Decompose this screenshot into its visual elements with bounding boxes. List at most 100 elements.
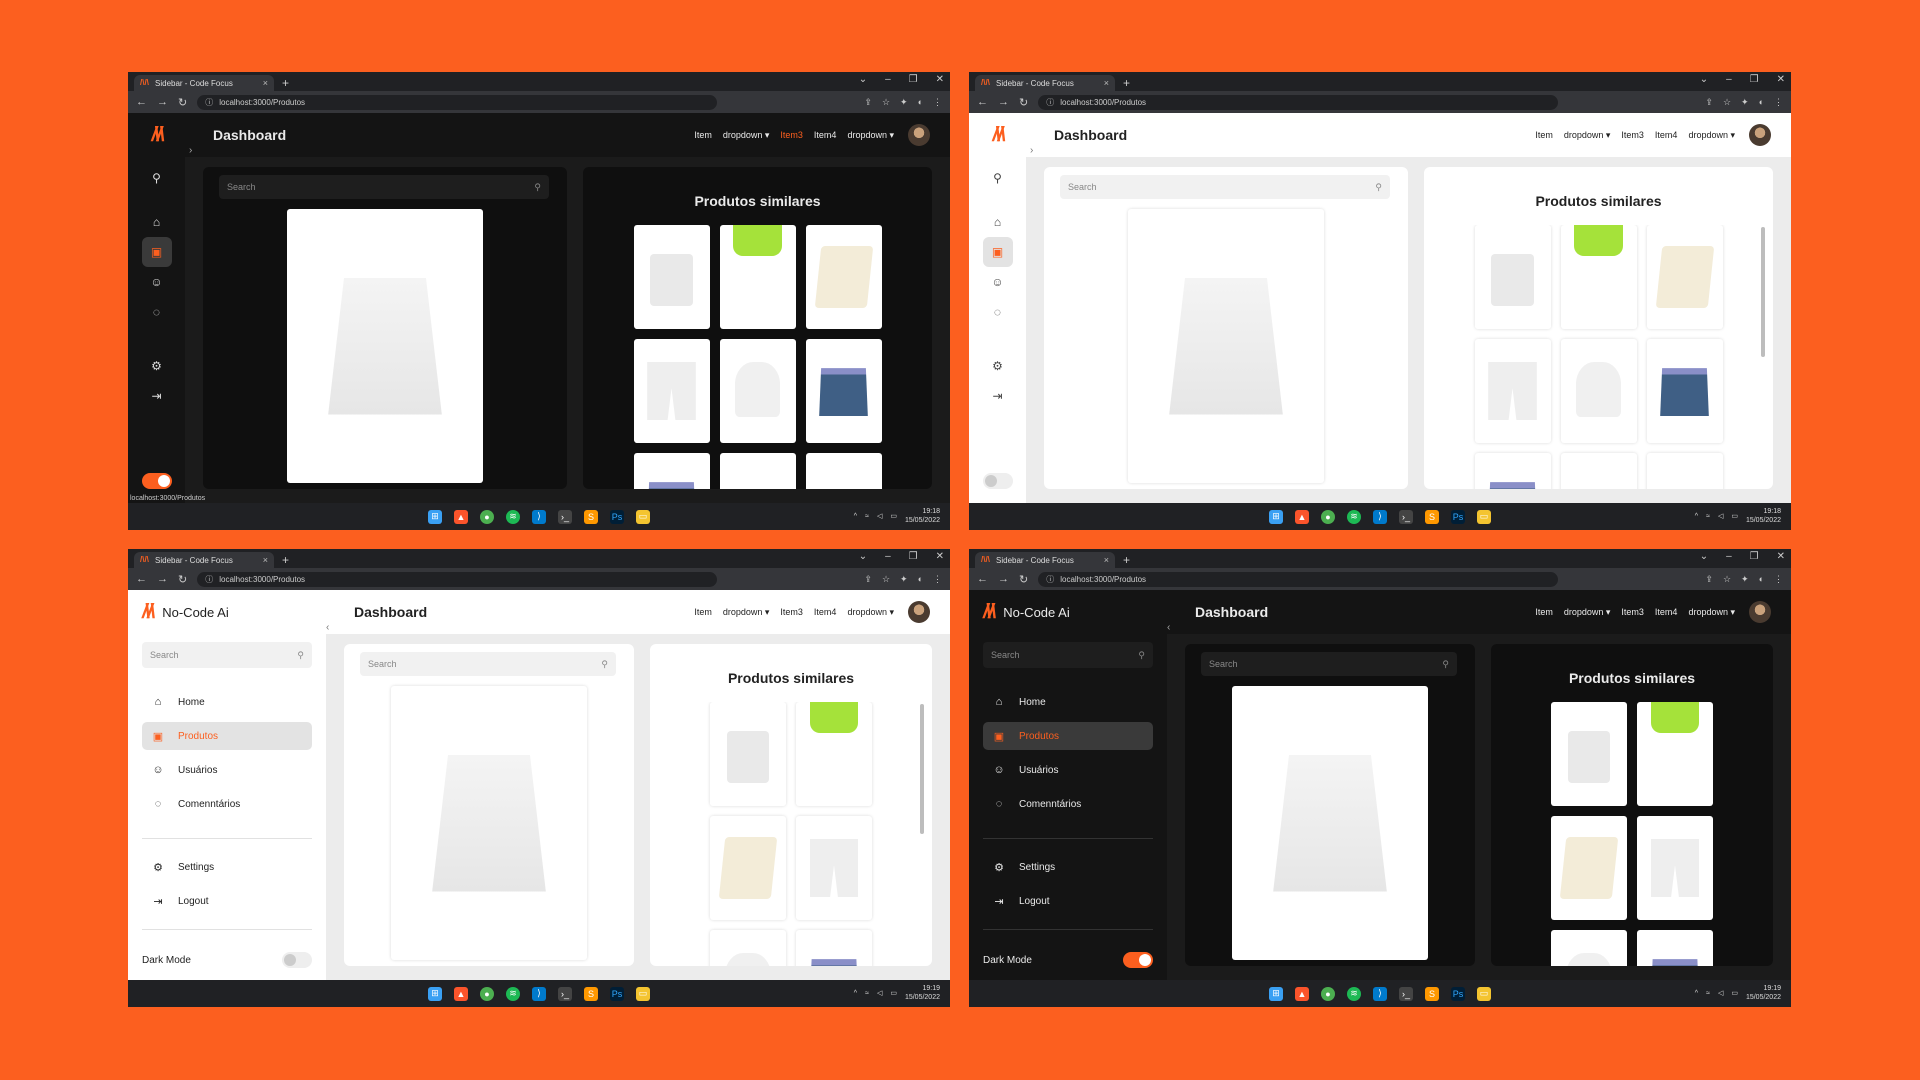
photoshop-icon[interactable]: Ps: [610, 509, 624, 524]
window-control-3[interactable]: ✕: [1777, 551, 1785, 562]
sidebar-item-2[interactable]: ☺ Usuários: [983, 756, 1153, 784]
profile-icon[interactable]: ◐: [918, 97, 923, 108]
product-search-input[interactable]: Search ⚲: [1060, 175, 1390, 199]
product-search-input[interactable]: Search ⚲: [219, 175, 549, 199]
similar-product-card[interactable]: [1646, 225, 1723, 329]
puzzle-icon[interactable]: ✦: [1741, 574, 1749, 585]
url-field[interactable]: ⓘ localhost:3000/Produtos: [1038, 94, 1559, 110]
vscode-icon[interactable]: ⟩: [532, 986, 546, 1001]
chevron-up-icon[interactable]: ^: [854, 513, 857, 520]
user-icon[interactable]: ☺: [983, 267, 1013, 297]
url-field[interactable]: ⓘ localhost:3000/Produtos: [197, 94, 718, 110]
similar-product-card[interactable]: [1637, 930, 1713, 966]
similar-product-card[interactable]: [1560, 453, 1637, 489]
similar-product-card[interactable]: [1646, 453, 1723, 489]
similar-product-card[interactable]: [710, 702, 786, 806]
chevron-left-icon[interactable]: ‹: [1167, 622, 1170, 633]
close-tab-icon[interactable]: ×: [263, 555, 268, 565]
photoshop-icon[interactable]: Ps: [1451, 509, 1465, 524]
sublime-icon[interactable]: S: [1425, 986, 1439, 1001]
similar-product-card[interactable]: [1551, 930, 1627, 966]
back-icon[interactable]: ←: [977, 96, 988, 108]
window-control-2[interactable]: ❐: [909, 551, 918, 562]
browser-tab[interactable]: /\/\ Sidebar - Code Focus ×: [975, 75, 1115, 91]
nav-item-4[interactable]: dropdown ▾: [847, 607, 894, 618]
scrollbar[interactable]: [920, 704, 924, 834]
similar-product-card[interactable]: [719, 339, 796, 443]
vscode-icon[interactable]: ⟩: [532, 509, 546, 524]
nav-item-2[interactable]: Item3: [1621, 607, 1644, 617]
menu-icon[interactable]: ⋮: [1774, 574, 1783, 585]
sidebar-item-3[interactable]: ◌ Comenntários: [983, 790, 1153, 818]
clock[interactable]: 19:19 15/05/2022: [1746, 984, 1781, 1002]
back-icon[interactable]: ←: [977, 573, 988, 585]
clock[interactable]: 19:18 15/05/2022: [1746, 507, 1781, 525]
nav-item-3[interactable]: Item4: [1655, 607, 1678, 617]
window-control-0[interactable]: ⌄: [1700, 74, 1708, 85]
bag-icon[interactable]: ▣: [982, 237, 1013, 267]
folder-icon[interactable]: ▭: [1477, 509, 1491, 524]
chrome-icon[interactable]: ●: [480, 986, 494, 1001]
forward-icon[interactable]: →: [998, 96, 1009, 108]
sidebar-item-3[interactable]: ◌ Comenntários: [142, 790, 312, 818]
logout-icon[interactable]: ⇥: [142, 381, 172, 411]
reload-icon[interactable]: ↻: [1019, 96, 1028, 109]
sublime-icon[interactable]: S: [584, 986, 598, 1001]
window-control-2[interactable]: ❐: [1750, 74, 1759, 85]
nav-item-2[interactable]: Item3: [1621, 130, 1644, 140]
sidebar-item-0[interactable]: ⌂ Home: [983, 688, 1153, 716]
profile-icon[interactable]: ◐: [918, 574, 923, 585]
chrome-icon[interactable]: ●: [480, 509, 494, 524]
nav-item-3[interactable]: Item4: [814, 607, 837, 617]
close-tab-icon[interactable]: ×: [263, 78, 268, 88]
similar-product-card[interactable]: [805, 453, 882, 489]
star-icon[interactable]: ☆: [1723, 574, 1731, 585]
sidebar-item-1[interactable]: ▣ Produtos: [983, 722, 1153, 750]
chevron-up-icon[interactable]: ^: [854, 990, 857, 997]
sublime-icon[interactable]: S: [584, 509, 598, 524]
window-control-2[interactable]: ❐: [909, 74, 918, 85]
similar-product-card[interactable]: [633, 339, 710, 443]
chevron-up-icon[interactable]: ^: [1695, 990, 1698, 997]
logout-icon[interactable]: ⇥: [983, 381, 1013, 411]
puzzle-icon[interactable]: ✦: [1741, 97, 1749, 108]
profile-icon[interactable]: ◐: [1759, 574, 1764, 585]
nav-item-3[interactable]: Item4: [1655, 130, 1678, 140]
similar-product-card[interactable]: [796, 816, 872, 920]
similar-product-card[interactable]: [710, 816, 786, 920]
avatar[interactable]: [908, 601, 930, 623]
chevron-right-icon[interactable]: ›: [1030, 145, 1033, 156]
similar-product-card[interactable]: [796, 702, 872, 806]
window-control-1[interactable]: –: [1726, 74, 1732, 85]
windows-icon[interactable]: ⊞: [428, 509, 442, 524]
url-field[interactable]: ⓘ localhost:3000/Produtos: [1038, 571, 1559, 587]
new-tab-button[interactable]: +: [282, 75, 289, 91]
brave-icon[interactable]: ▲: [454, 509, 468, 524]
search-icon[interactable]: ⚲: [142, 163, 172, 193]
chrome-icon[interactable]: ●: [1321, 986, 1335, 1001]
terminal-icon[interactable]: ›_: [558, 986, 572, 1001]
share-icon[interactable]: ⇪: [1705, 97, 1713, 108]
similar-product-card[interactable]: [710, 930, 786, 966]
share-icon[interactable]: ⇪: [1705, 574, 1713, 585]
reload-icon[interactable]: ↻: [178, 96, 187, 109]
new-tab-button[interactable]: +: [1123, 552, 1130, 568]
nav-item-0[interactable]: Item: [694, 130, 712, 140]
window-control-3[interactable]: ✕: [936, 74, 944, 85]
nav-item-1[interactable]: dropdown ▾: [1564, 607, 1611, 618]
wifi-icon[interactable]: ≈: [865, 990, 869, 997]
nav-item-2[interactable]: Item3: [780, 607, 803, 617]
wifi-icon[interactable]: ≈: [1706, 990, 1710, 997]
gear-icon[interactable]: ⚙: [142, 351, 172, 381]
scrollbar[interactable]: [1761, 227, 1765, 357]
sidebar-search-input[interactable]: Search ⚲: [142, 642, 312, 668]
reload-icon[interactable]: ↻: [1019, 573, 1028, 586]
window-control-0[interactable]: ⌄: [859, 74, 867, 85]
brave-icon[interactable]: ▲: [1295, 986, 1309, 1001]
nav-item-1[interactable]: dropdown ▾: [723, 607, 770, 618]
folder-icon[interactable]: ▭: [636, 986, 650, 1001]
nav-item-4[interactable]: dropdown ▾: [1688, 607, 1735, 618]
window-control-0[interactable]: ⌄: [1700, 551, 1708, 562]
back-icon[interactable]: ←: [136, 96, 147, 108]
window-control-1[interactable]: –: [885, 74, 891, 85]
